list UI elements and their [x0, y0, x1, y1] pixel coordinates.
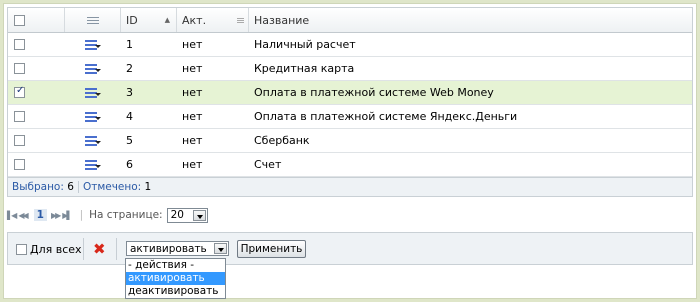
row-select-cell[interactable] [8, 57, 65, 80]
row-id: 3 [126, 86, 133, 99]
table-row[interactable]: 4 нет Оплата в платежной системе Яндекс.Де… [8, 105, 692, 129]
row-actions-cell[interactable] [65, 129, 121, 152]
grid-panel: ID ▲ Акт. Название 1 нет Наличный расчет 2 н… [3, 3, 697, 299]
row-name: Кредитная карта [254, 62, 355, 75]
apply-button[interactable]: Применить [237, 240, 306, 258]
row-actions-cell[interactable] [65, 105, 121, 128]
header-select-all-cell[interactable] [8, 8, 65, 32]
table-row[interactable]: 5 нет Сбербанк [8, 129, 692, 153]
row-name: Оплата в платежной системе Web Money [254, 86, 494, 99]
select-all-checkbox[interactable] [14, 14, 25, 26]
row-checkbox[interactable] [14, 111, 25, 122]
delete-x-icon[interactable]: ✖ [93, 240, 106, 258]
row-actions-menu-icon[interactable] [85, 159, 101, 170]
group-action-options: - действия - активировать деактивировать [125, 258, 226, 299]
for-all-toggle[interactable]: Для всех [16, 243, 82, 256]
row-name: Наличный расчет [254, 38, 356, 51]
row-active: нет [182, 62, 203, 75]
row-select-cell[interactable] [8, 129, 65, 152]
for-all-label: Для всех [30, 243, 82, 256]
header-name[interactable]: Название [249, 8, 692, 32]
row-actions-menu-icon[interactable] [85, 111, 101, 122]
dropdown-option[interactable]: активировать [126, 272, 225, 285]
header-active[interactable]: Акт. [177, 8, 249, 32]
group-action-select[interactable]: активировать [126, 241, 229, 256]
sort-asc-icon: ▲ [164, 16, 170, 24]
row-select-cell[interactable] [8, 105, 65, 128]
row-actions-menu-icon[interactable] [85, 39, 101, 50]
table-row[interactable]: 2 нет Кредитная карта [8, 57, 692, 81]
per-page-select[interactable]: 20 [166, 207, 208, 223]
checked-count: 1 [144, 181, 152, 193]
columns-menu-icon[interactable] [86, 16, 99, 25]
row-checkbox[interactable] [14, 135, 25, 146]
dropdown-option[interactable]: деактивировать [126, 285, 225, 298]
footer-divider [116, 238, 117, 260]
row-id: 5 [126, 134, 133, 147]
dropdown-option[interactable]: - действия - [126, 259, 225, 272]
row-id: 2 [126, 62, 133, 75]
current-page[interactable]: 1 [33, 209, 47, 221]
column-menu-icon[interactable] [237, 17, 244, 23]
footer-divider [83, 238, 84, 260]
selection-summary: Выбрано: 6 Отмечено: 1 [7, 177, 693, 197]
header-name-label: Название [254, 13, 310, 27]
pager-divider: | [79, 209, 84, 221]
row-active: нет [182, 110, 203, 123]
selected-summary: Выбрано: 6 [8, 181, 78, 193]
row-actions-menu-icon[interactable] [85, 63, 101, 74]
per-page-label: На странице: [89, 209, 163, 221]
row-id: 6 [126, 158, 133, 171]
row-name: Счет [254, 158, 282, 171]
table-row[interactable]: 3 нет Оплата в платежной системе Web Money [8, 81, 692, 105]
selected-label: Выбрано: [12, 181, 64, 193]
first-page-icon[interactable]: ▌◀ [7, 211, 17, 220]
row-select-cell[interactable] [8, 81, 65, 104]
grid-header-row: ID ▲ Акт. Название [8, 8, 692, 33]
row-name: Оплата в платежной системе Яндекс.Деньги [254, 110, 518, 123]
row-checkbox[interactable] [14, 159, 25, 170]
row-checkbox[interactable] [14, 63, 25, 74]
checked-summary: Отмечено: 1 [77, 181, 155, 193]
row-id: 4 [126, 110, 133, 123]
row-name: Сбербанк [254, 134, 310, 147]
header-active-label: Акт. [182, 13, 207, 27]
per-page-value: 20 [170, 209, 184, 221]
prev-page-icon[interactable]: ◀◀ [18, 211, 28, 220]
pagination: ▌◀ ◀◀ 1 ▶▶ ▶▌ | На странице: 20 [7, 205, 208, 225]
header-id[interactable]: ID ▲ [121, 8, 177, 32]
next-page-icon[interactable]: ▶▶ [51, 211, 61, 220]
table-row[interactable]: 1 нет Наличный расчет [8, 33, 692, 57]
header-id-label: ID [126, 13, 138, 27]
selected-count: 6 [67, 181, 74, 193]
chevron-down-icon[interactable] [214, 243, 227, 254]
row-active: нет [182, 134, 203, 147]
chevron-down-icon[interactable] [192, 209, 206, 221]
row-checkbox[interactable] [14, 39, 25, 50]
row-active: нет [182, 158, 203, 171]
checked-label: Отмечено: [82, 181, 142, 193]
last-page-icon[interactable]: ▶▌ [62, 211, 72, 220]
header-actions-cell[interactable] [65, 8, 121, 32]
row-active: нет [182, 86, 203, 99]
row-actions-menu-icon[interactable] [85, 135, 101, 146]
row-select-cell[interactable] [8, 153, 65, 176]
row-active: нет [182, 38, 203, 51]
row-select-cell[interactable] [8, 33, 65, 56]
row-actions-cell[interactable] [65, 57, 121, 80]
table-row[interactable]: 6 нет Счет [8, 153, 692, 177]
row-actions-cell[interactable] [65, 33, 121, 56]
group-action-value: активировать [130, 242, 207, 255]
row-actions-cell[interactable] [65, 81, 121, 104]
row-id: 1 [126, 38, 133, 51]
data-grid: ID ▲ Акт. Название 1 нет Наличный расчет 2 н… [7, 7, 693, 177]
row-actions-cell[interactable] [65, 153, 121, 176]
for-all-checkbox[interactable] [16, 244, 27, 255]
row-checkbox[interactable] [14, 85, 25, 98]
group-actions-bar: Для всех ✖ активировать Применить [7, 232, 693, 265]
row-actions-menu-icon[interactable] [85, 87, 101, 98]
